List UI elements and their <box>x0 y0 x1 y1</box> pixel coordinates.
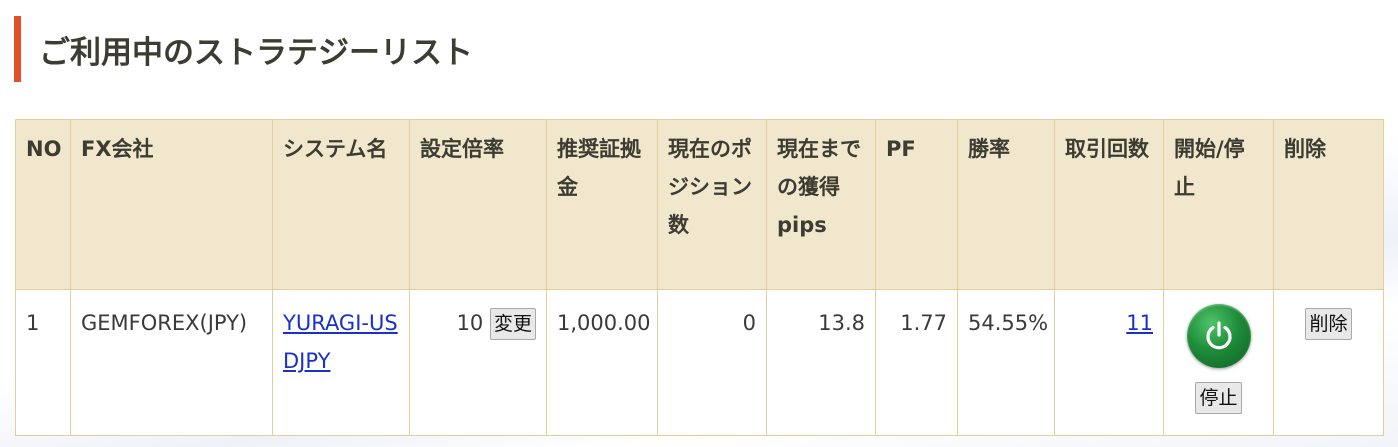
cell-no: 1 <box>15 289 71 436</box>
header-win-rate: 勝率 <box>957 119 1055 290</box>
cell-pf: 1.77 <box>875 289 958 436</box>
cell-trade-count: 11 <box>1054 289 1164 436</box>
cell-system-name: YURAGI-USDJPY <box>272 289 410 436</box>
strategy-table: NO FX会社 システム名 設定倍率 推奨証拠金 現在のポジション数 現在までの… <box>15 119 1384 436</box>
header-recommended-margin: 推奨証拠金 <box>546 119 658 290</box>
header-leverage: 設定倍率 <box>409 119 547 290</box>
power-toggle-button[interactable] <box>1186 304 1251 368</box>
cell-start-stop: 停止 <box>1163 289 1274 436</box>
header-trade-count: 取引回数 <box>1054 119 1164 290</box>
table-header-row: NO FX会社 システム名 設定倍率 推奨証拠金 現在のポジション数 現在までの… <box>15 119 1384 290</box>
cell-pips-to-date: 13.8 <box>766 289 876 436</box>
page-title: ご利用中のストラテジーリスト <box>39 34 473 71</box>
system-name-link[interactable]: YURAGI-USDJPY <box>283 311 398 373</box>
trade-count-link[interactable]: 11 <box>1126 311 1153 335</box>
change-leverage-button[interactable]: 変更 <box>489 308 536 340</box>
header-pf: PF <box>875 119 958 290</box>
header-fx-company: FX会社 <box>70 119 273 290</box>
cell-delete: 削除 <box>1273 289 1384 436</box>
cell-current-position-count: 0 <box>657 289 767 436</box>
leverage-value: 10 <box>456 311 484 335</box>
start-stop-controls: 停止 <box>1174 304 1263 414</box>
header-system-name: システム名 <box>272 119 410 290</box>
cell-leverage: 10 変更 <box>409 289 547 436</box>
cell-fx-company: GEMFOREX(JPY) <box>70 289 273 436</box>
cell-recommended-margin: 1,000.00 <box>546 289 658 436</box>
table-row: 1 GEMFOREX(JPY) YURAGI-USDJPY 10 変更 1,00… <box>15 289 1384 436</box>
stop-button[interactable]: 停止 <box>1195 382 1242 414</box>
power-icon <box>1205 321 1232 350</box>
header-delete: 削除 <box>1273 119 1384 290</box>
cell-win-rate: 54.55% <box>957 289 1055 436</box>
header-pips-to-date: 現在までの獲得pips <box>766 119 876 290</box>
header-current-position-count: 現在のポジション数 <box>657 119 767 290</box>
header-no: NO <box>15 119 71 290</box>
page-heading: ご利用中のストラテジーリスト <box>14 16 473 82</box>
delete-button[interactable]: 削除 <box>1305 308 1352 340</box>
header-start-stop: 開始/停止 <box>1163 119 1274 290</box>
